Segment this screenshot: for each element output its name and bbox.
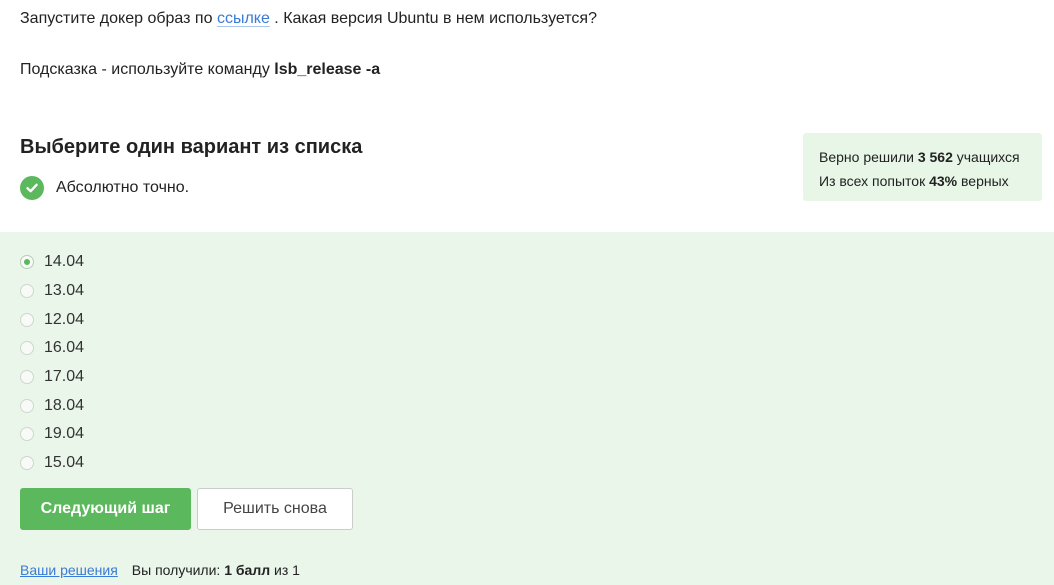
answer-area: 14.04 13.04 12.04 16.04 17.04 18.04 19.0…: [0, 232, 1054, 585]
option-label: 19.04: [44, 425, 85, 443]
footer-score: Ваши решения Вы получили: 1 балл из 1: [20, 562, 300, 578]
option-item[interactable]: 16.04: [20, 334, 84, 363]
stats-box: Верно решили 3 562 учащихся Из всех попы…: [803, 133, 1042, 201]
radio-button[interactable]: [20, 370, 34, 385]
hint-prefix: Подсказка - используйте команду: [20, 61, 275, 78]
radio-button[interactable]: [20, 456, 34, 471]
option-item[interactable]: 13.04: [20, 277, 84, 306]
stats-solved: Верно решили 3 562 учащихся: [819, 145, 1042, 169]
option-item[interactable]: 18.04: [20, 391, 84, 420]
score-suffix: из 1: [270, 562, 300, 578]
question-text-end: . Какая версия Ubuntu в нем используется…: [269, 10, 597, 27]
score-prefix: Вы получили:: [131, 562, 225, 578]
option-item[interactable]: 14.04: [20, 248, 84, 277]
docker-image-link[interactable]: ссылке: [217, 10, 270, 27]
option-label: 18.04: [44, 396, 85, 414]
radio-button[interactable]: [20, 284, 34, 299]
options-list: 14.04 13.04 12.04 16.04 17.04 18.04 19.0…: [20, 248, 84, 478]
radio-button[interactable]: [20, 312, 34, 327]
radio-button[interactable]: [20, 341, 34, 356]
radio-button[interactable]: [20, 255, 34, 270]
option-item[interactable]: 12.04: [20, 305, 84, 334]
stats-solved-count: 3 562: [917, 149, 953, 165]
task-heading: Выберите один вариант из списка: [20, 136, 363, 158]
radio-selected-dot: [24, 259, 30, 266]
stats-percent-suffix: верных: [957, 173, 1009, 189]
question-text: Запустите докер образ по ссылке . Какая …: [20, 9, 597, 29]
question-text-start: Запустите докер образ по: [20, 10, 217, 27]
option-item[interactable]: 19.04: [20, 420, 84, 449]
radio-button[interactable]: [20, 427, 34, 442]
hint-text: Подсказка - используйте команду lsb_rele…: [20, 60, 380, 80]
score-value: 1 балл: [224, 562, 271, 578]
retry-button[interactable]: Решить снова: [197, 488, 353, 530]
stats-solved-suffix: учащихся: [952, 149, 1020, 165]
next-step-button[interactable]: Следующий шаг: [20, 488, 191, 530]
stats-solved-prefix: Верно решили: [819, 149, 918, 165]
option-label: 13.04: [44, 282, 85, 300]
option-item[interactable]: 17.04: [20, 363, 84, 392]
your-solutions-link[interactable]: Ваши решения: [20, 562, 118, 578]
check-circle-icon: [20, 176, 44, 200]
stats-percent-prefix: Из всех попыток: [819, 173, 930, 189]
stats-percent: Из всех попыток 43% верных: [819, 169, 1042, 193]
option-label: 15.04: [44, 454, 85, 472]
option-label: 12.04: [44, 310, 85, 328]
hint-command: lsb_release -a: [274, 61, 381, 78]
option-label: 17.04: [44, 368, 85, 386]
option-item[interactable]: 15.04: [20, 449, 84, 478]
stats-percent-value: 43%: [929, 173, 958, 189]
result-feedback: Абсолютно точно.: [20, 176, 189, 200]
question-section: Запустите докер образ по ссылке . Какая …: [0, 0, 1054, 232]
option-label: 14.04: [44, 253, 85, 271]
option-label: 16.04: [44, 339, 85, 357]
radio-button[interactable]: [20, 398, 34, 413]
result-text: Абсолютно точно.: [56, 179, 190, 196]
